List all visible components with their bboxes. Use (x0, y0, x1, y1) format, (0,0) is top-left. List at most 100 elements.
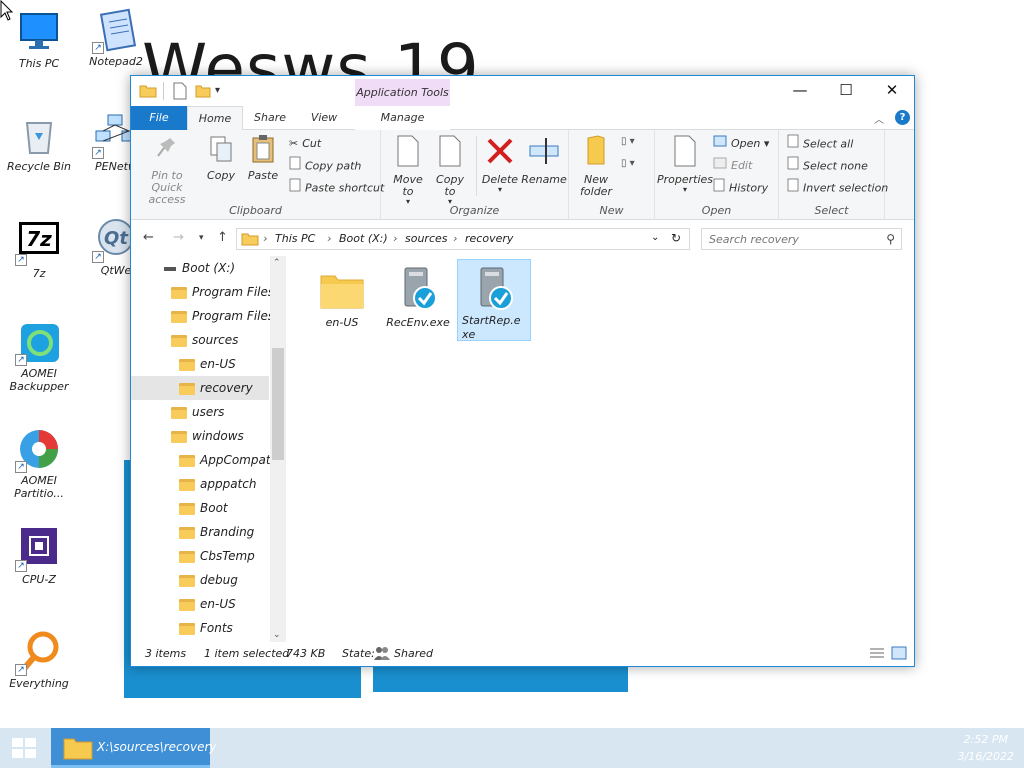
breadcrumb-sources[interactable]: sources (405, 232, 448, 245)
refresh-icon[interactable]: ↻ (671, 231, 681, 245)
explorer-window[interactable]: ▾ Application Tools — ☐ ✕ File Home Shar… (130, 75, 915, 667)
breadcrumb-recovery[interactable]: recovery (465, 232, 513, 245)
navigation-pane[interactable]: Boot (X:) Program Files Program Files ( … (131, 256, 286, 642)
properties-button[interactable]: Properties ▾ (657, 134, 713, 194)
file-item-recenv-exe[interactable]: RecEnv.exe (381, 264, 455, 346)
tab-share[interactable]: Share (247, 106, 293, 130)
paste-shortcut-button[interactable]: Paste shortcut (289, 178, 384, 198)
tab-file[interactable]: File (131, 106, 187, 130)
maximize-button[interactable]: ☐ (823, 76, 869, 104)
copy-to-button[interactable]: Copy to ▾ (429, 134, 471, 206)
delete-button[interactable]: Delete ▾ (479, 134, 521, 194)
easy-access-icon[interactable]: ▯ ▾ (621, 158, 635, 169)
tree-item-appcompat[interactable]: AppCompat (179, 448, 271, 472)
desktop-icon-notepad2[interactable]: ↗ Notepad2 (79, 8, 153, 68)
breadcrumb-boot[interactable]: Boot (X:) (339, 232, 388, 245)
tree-item-boot[interactable]: Boot (X:) (164, 256, 235, 280)
svg-text:Qt: Qt (104, 228, 129, 249)
search-input[interactable] (709, 232, 879, 246)
copy-path-button[interactable]: Copy path (289, 156, 361, 176)
folder-icon (63, 738, 93, 760)
file-item-en-us[interactable]: en-US (305, 264, 379, 346)
delete-icon (479, 134, 521, 171)
system-clock[interactable]: 2:52 PM 3/16/2022 (958, 731, 1014, 765)
back-button[interactable]: ← (143, 230, 154, 245)
start-button[interactable] (0, 728, 48, 768)
scroll-down-icon[interactable]: ⌄ (273, 630, 281, 640)
desktop-icon-aomei-backupper[interactable]: ↗ AOMEI Backupper (2, 320, 76, 393)
tree-item-program-files-x86[interactable]: Program Files ( (171, 304, 283, 328)
desktop-icon-recycle-bin[interactable]: Recycle Bin (2, 113, 76, 173)
status-bar: 3 items 1 item selected 743 KB State: Sh… (131, 642, 914, 666)
navigation-scrollbar[interactable]: ⌃ ⌄ (270, 256, 286, 642)
tree-item-program-files[interactable]: Program Files (171, 280, 274, 304)
history-button[interactable]: History (713, 178, 768, 198)
tree-item-fonts[interactable]: Fonts (179, 616, 233, 640)
tab-home[interactable]: Home (187, 106, 243, 131)
breadcrumb-this-pc[interactable]: This PC (275, 232, 315, 245)
large-icons-view-icon[interactable] (891, 646, 907, 663)
scrollbar-thumb[interactable] (272, 348, 284, 460)
address-dropdown-icon[interactable]: ⌄ (651, 232, 659, 243)
desktop-icon-everything[interactable]: ↗ Everything (2, 630, 76, 690)
new-document-icon[interactable] (173, 82, 187, 100)
new-folder-button[interactable]: New folder (573, 134, 619, 198)
address-bar[interactable]: › This PC › Boot (X:) › sources › recove… (236, 228, 690, 250)
folder-icon (171, 286, 187, 299)
details-view-icon[interactable] (869, 647, 885, 662)
scissors-icon: ✂ (289, 137, 299, 150)
pin-quick-access-button[interactable]: Pin to Quick access (137, 134, 197, 206)
scroll-up-icon[interactable]: ⌃ (273, 258, 281, 268)
recent-locations-button[interactable]: ▾ (199, 233, 204, 243)
folder-icon (305, 264, 379, 316)
windows-logo-icon (12, 738, 36, 758)
close-button[interactable]: ✕ (869, 76, 915, 104)
tree-item-recovery[interactable]: recovery (131, 376, 269, 400)
collapse-ribbon-icon[interactable]: ︿ (874, 111, 884, 126)
copy-button[interactable]: Copy (201, 134, 241, 182)
select-none-button[interactable]: Select none (787, 156, 868, 176)
tree-item-apppatch[interactable]: apppatch (179, 472, 256, 496)
move-to-button[interactable]: Move to ▾ (387, 134, 429, 206)
up-button[interactable]: ↑ (217, 230, 228, 245)
desktop-icon-this-pc[interactable]: This PC (2, 10, 76, 70)
tab-view[interactable]: View (301, 106, 347, 130)
minimize-button[interactable]: — (777, 76, 823, 104)
file-item-startrep-exe[interactable]: StartRep.exe (457, 259, 531, 341)
tab-manage[interactable]: Manage (355, 106, 450, 130)
group-title-clipboard: Clipboard (229, 204, 282, 217)
new-item-icon[interactable]: ▯ ▾ (621, 136, 635, 147)
taskbar-item-explorer[interactable]: X:\sources\recovery (51, 728, 217, 768)
desktop-icon-cpu-z[interactable]: ↗ CPU-Z (2, 526, 76, 586)
rename-button[interactable]: Rename (521, 134, 567, 186)
group-title-new: New (599, 204, 624, 217)
help-icon[interactable]: ? (895, 110, 910, 125)
select-all-button[interactable]: Select all (787, 134, 853, 154)
tree-item-en-us-windows[interactable]: en-US (179, 592, 236, 616)
tree-item-cbstemp[interactable]: CbsTemp (179, 544, 255, 568)
cut-button[interactable]: ✂ Cut (289, 134, 321, 154)
folder-icon (171, 310, 187, 323)
title-bar[interactable]: ▾ Application Tools — ☐ ✕ (131, 76, 914, 106)
forward-button[interactable]: → (173, 230, 184, 245)
tree-item-users[interactable]: users (171, 400, 224, 424)
desktop-icon-7z[interactable]: 7z ↗ 7z (2, 220, 76, 280)
customize-quick-access-icon[interactable]: ▾ (215, 82, 220, 100)
paste-button[interactable]: Paste (243, 134, 283, 182)
edit-button[interactable]: Edit (713, 156, 752, 176)
new-folder-quick-icon[interactable] (195, 82, 211, 100)
file-list[interactable]: en-US RecEnv.exe StartRep.exe (289, 256, 914, 642)
tree-item-windows[interactable]: windows (171, 424, 244, 448)
tree-item-boot-folder[interactable]: Boot (179, 496, 228, 520)
folder-icon (171, 430, 187, 443)
tree-item-sources[interactable]: sources (171, 328, 238, 352)
folder-icon (179, 598, 195, 611)
desktop-icon-aomei-partition[interactable]: ↗ AOMEI Partitio... (2, 427, 76, 500)
invert-selection-button[interactable]: Invert selection (787, 178, 888, 198)
tree-item-debug[interactable]: debug (179, 568, 238, 592)
tree-item-en-us[interactable]: en-US (179, 352, 236, 376)
folder-icon (179, 526, 195, 539)
tree-item-branding[interactable]: Branding (179, 520, 254, 544)
search-box[interactable]: ⚲ (701, 228, 902, 250)
open-button[interactable]: Open ▾ (713, 134, 769, 154)
